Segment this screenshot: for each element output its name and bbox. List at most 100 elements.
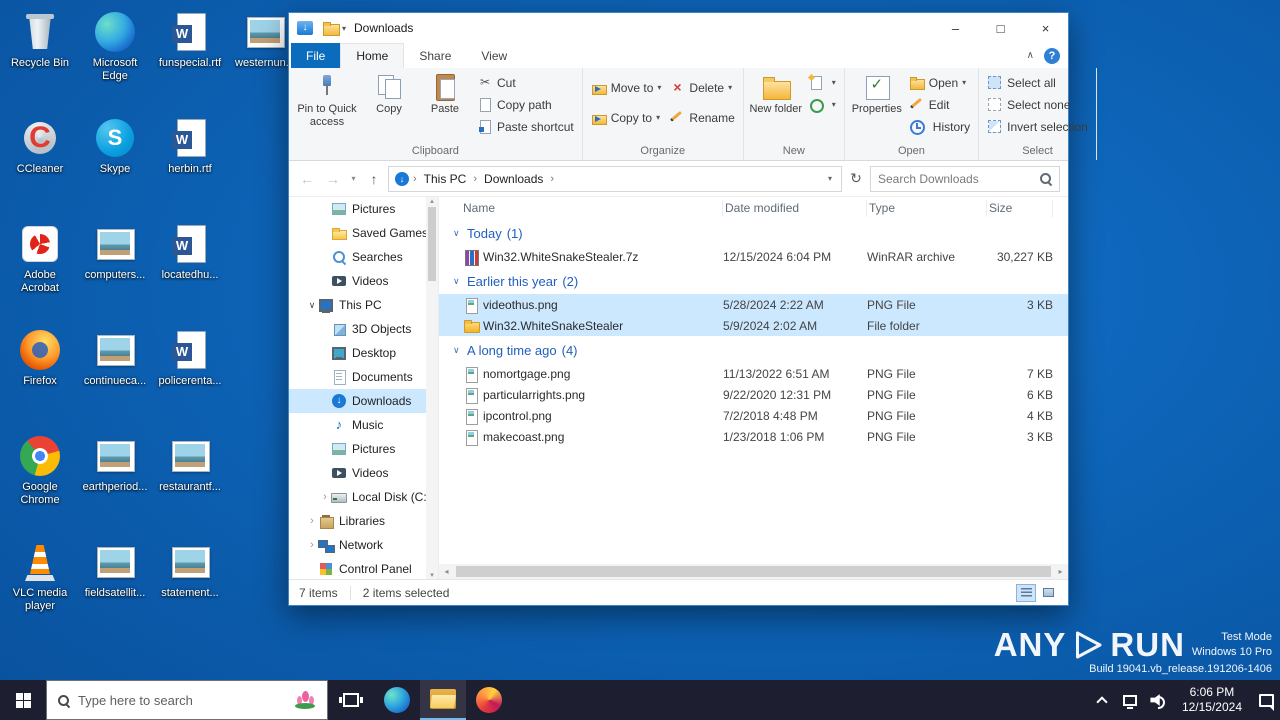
file-row-nomortgage-png[interactable]: nomortgage.png 11/13/2022 6:51 AM PNG File… bbox=[439, 363, 1068, 384]
taskbar-search[interactable] bbox=[46, 680, 328, 720]
start-button[interactable] bbox=[0, 680, 46, 720]
column-header-type[interactable]: Type bbox=[867, 199, 987, 217]
open-button[interactable]: Open ▾ bbox=[905, 72, 974, 93]
sidebar-item-documents[interactable]: Documents bbox=[289, 365, 426, 389]
desktop-icon-policerenta[interactable]: policerenta... bbox=[154, 328, 226, 388]
file-row-particularrights-png[interactable]: particularrights.png 9/22/2020 12:31 PM PN… bbox=[439, 384, 1068, 405]
h-scroll-thumb[interactable] bbox=[456, 566, 1051, 577]
select-none-button[interactable]: Select none bbox=[983, 94, 1092, 115]
sidebar-item-pictures[interactable]: Pictures bbox=[289, 197, 426, 221]
edit-button[interactable]: Edit bbox=[905, 94, 974, 115]
desktop-icon-recycle-bin[interactable]: Recycle Bin bbox=[4, 10, 76, 70]
sidebar-item-videos[interactable]: Videos bbox=[289, 269, 426, 293]
taskbar-explorer-button[interactable] bbox=[420, 680, 466, 720]
new-folder-button[interactable]: New folder bbox=[748, 70, 804, 144]
select-all-button[interactable]: Select all bbox=[983, 72, 1092, 93]
delete-button[interactable]: × Delete ▾ bbox=[665, 77, 738, 98]
network-tray-button[interactable] bbox=[1116, 680, 1144, 720]
taskbar-app-button[interactable] bbox=[466, 680, 512, 720]
desktop-icon-adobe-acrobat[interactable]: Adobe Acrobat bbox=[4, 222, 76, 295]
address-dropdown-arrow-icon[interactable]: ▾ bbox=[825, 174, 835, 183]
ribbon-collapse-icon[interactable]: ∧ bbox=[1027, 50, 1034, 61]
history-button[interactable]: History bbox=[905, 116, 974, 137]
help-icon[interactable]: ? bbox=[1044, 47, 1060, 64]
up-button[interactable]: ↑ bbox=[362, 167, 386, 191]
group-header-today[interactable]: ∨ Today (1) bbox=[439, 219, 1068, 246]
new-item-button[interactable]: ▾ bbox=[804, 72, 840, 93]
desktop-icon-ccleaner[interactable]: CCleaner bbox=[4, 116, 76, 176]
sidebar-item-desktop[interactable]: Desktop bbox=[289, 341, 426, 365]
sidebar-item-local-disk-c[interactable]: › Local Disk (C:) bbox=[289, 485, 426, 509]
scroll-down-icon[interactable]: ▾ bbox=[430, 571, 434, 579]
rename-button[interactable]: Rename bbox=[665, 107, 738, 128]
scroll-left-icon[interactable]: ◂ bbox=[439, 567, 454, 576]
desktop-icon-herbin-rtf[interactable]: herbin.rtf bbox=[154, 116, 226, 176]
horizontal-scrollbar[interactable]: ◂ ▸ bbox=[439, 564, 1068, 579]
file-row-videothus-png[interactable]: videothus.png 5/28/2024 2:22 AM PNG File 3 … bbox=[439, 294, 1068, 315]
sidebar-item-pictures[interactable]: Pictures bbox=[289, 437, 426, 461]
sidebar-item-downloads[interactable]: Downloads bbox=[289, 389, 426, 413]
breadcrumb-separator[interactable]: › bbox=[550, 173, 554, 185]
column-header-size[interactable]: Size bbox=[987, 199, 1053, 217]
desktop-icon-microsoft-edge[interactable]: Microsoft Edge bbox=[79, 10, 151, 83]
close-button[interactable]: × bbox=[1023, 13, 1068, 43]
desktop-icon-computers[interactable]: computers... bbox=[79, 222, 151, 282]
sidebar-item-this-pc[interactable]: ∨ This PC bbox=[289, 293, 426, 317]
back-button[interactable]: ← bbox=[295, 167, 319, 191]
search-input[interactable] bbox=[878, 171, 1033, 186]
file-row-ipcontrol-png[interactable]: ipcontrol.png 7/2/2018 4:48 PM PNG File 4 K… bbox=[439, 405, 1068, 426]
sidebar-item-searches[interactable]: Searches bbox=[289, 245, 426, 269]
desktop-icon-fieldsatellit[interactable]: fieldsatellit... bbox=[79, 540, 151, 600]
minimize-button[interactable]: – bbox=[933, 13, 978, 43]
sidebar-item-saved-games[interactable]: Saved Games bbox=[289, 221, 426, 245]
qat-customize-arrow-icon[interactable]: ▾ bbox=[342, 24, 346, 33]
sidebar-item-network[interactable]: › Network bbox=[289, 533, 426, 557]
sidebar-item-3d-objects[interactable]: 3D Objects bbox=[289, 317, 426, 341]
easy-access-button[interactable]: ▾ bbox=[804, 94, 840, 115]
desktop-icon-locatedhu[interactable]: locatedhu... bbox=[154, 222, 226, 282]
breadcrumb-downloads[interactable]: Downloads bbox=[481, 172, 546, 186]
desktop-icon-continueca[interactable]: continueca... bbox=[79, 328, 151, 388]
tab-view[interactable]: View bbox=[466, 43, 522, 68]
sidebar-item-control-panel[interactable]: Control Panel bbox=[289, 557, 426, 579]
copy-button[interactable]: Copy bbox=[361, 70, 417, 144]
tab-home[interactable]: Home bbox=[340, 43, 405, 68]
group-header-earlier-this-year[interactable]: ∨ Earlier this year (2) bbox=[439, 267, 1068, 294]
sidebar-item-music[interactable]: Music bbox=[289, 413, 426, 437]
desktop-icon-earthperiod[interactable]: earthperiod... bbox=[79, 434, 151, 494]
forward-button[interactable]: → bbox=[321, 167, 345, 191]
desktop-icon-firefox[interactable]: Firefox bbox=[4, 328, 76, 388]
taskbar-search-input[interactable] bbox=[78, 692, 285, 708]
column-header-date-modified[interactable]: Date modified bbox=[723, 199, 867, 217]
desktop-icon-restaurantf[interactable]: restaurantf... bbox=[154, 434, 226, 494]
cut-button[interactable]: ✂ Cut bbox=[473, 72, 578, 93]
breadcrumb-this-pc[interactable]: This PC bbox=[421, 172, 470, 186]
paste-button[interactable]: Paste bbox=[417, 70, 473, 144]
taskbar-clock[interactable]: 6:06 PM 12/15/2024 bbox=[1172, 685, 1252, 715]
invert-selection-button[interactable]: Invert selection bbox=[983, 116, 1092, 137]
file-row-win32-whitesnakestealer[interactable]: Win32.WhiteSnakeStealer 5/9/2024 2:02 AM F… bbox=[439, 315, 1068, 336]
copy-to-button[interactable]: Copy to ▾ bbox=[587, 107, 666, 128]
properties-button[interactable]: Properties bbox=[849, 70, 905, 144]
refresh-button[interactable]: ↻ bbox=[844, 167, 868, 191]
task-view-button[interactable] bbox=[328, 680, 374, 720]
sidebar-item-videos[interactable]: Videos bbox=[289, 461, 426, 485]
sidebar-item-libraries[interactable]: › Libraries bbox=[289, 509, 426, 533]
tab-file[interactable]: File bbox=[291, 43, 341, 68]
file-row-makecoast-png[interactable]: makecoast.png 1/23/2018 1:06 PM PNG File 3 … bbox=[439, 426, 1068, 447]
recent-locations-arrow-icon[interactable]: ▾ bbox=[347, 167, 360, 191]
scroll-up-icon[interactable]: ▴ bbox=[430, 197, 434, 205]
scroll-right-icon[interactable]: ▸ bbox=[1053, 567, 1068, 576]
desktop-icon-skype[interactable]: Skype bbox=[79, 116, 151, 176]
desktop-icon-statement[interactable]: statement... bbox=[154, 540, 226, 600]
maximize-button[interactable]: □ bbox=[978, 13, 1023, 43]
copy-path-button[interactable]: Copy path bbox=[473, 94, 578, 115]
column-header-name[interactable]: Name bbox=[463, 199, 723, 217]
title-bar[interactable]: ▾ Downloads – □ × bbox=[289, 13, 1068, 43]
desktop-icon-vlc-media-player[interactable]: VLC media player bbox=[4, 540, 76, 613]
volume-tray-button[interactable] bbox=[1144, 680, 1172, 720]
desktop-icon-funspecial-rtf[interactable]: funspecial.rtf bbox=[154, 10, 226, 70]
move-to-button[interactable]: Move to ▾ bbox=[587, 77, 666, 98]
group-header-a-long-time-ago[interactable]: ∨ A long time ago (4) bbox=[439, 336, 1068, 363]
pin-to-quick-access-button[interactable]: Pin to Quick access bbox=[293, 70, 361, 144]
